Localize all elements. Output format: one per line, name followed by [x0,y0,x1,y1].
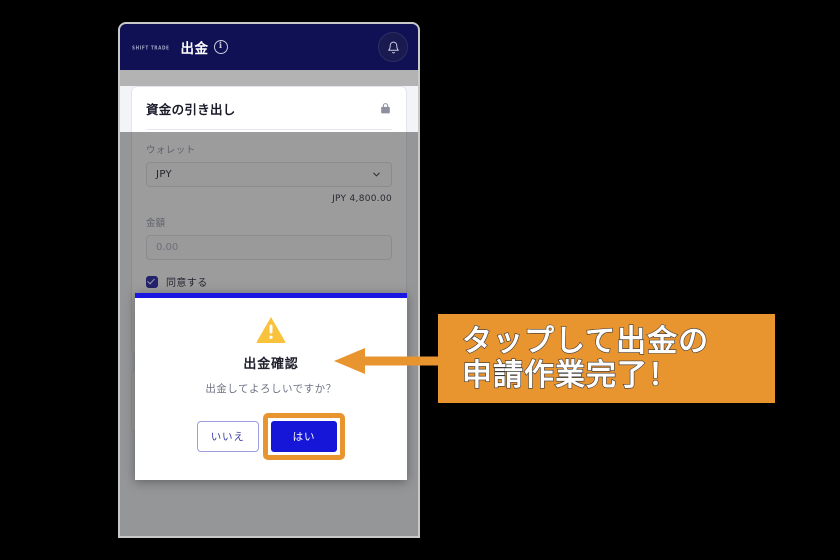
phone-frame: SHIFT TRADE 出金 i 資金の引き出し ウォレット JPY JPY 4… [118,22,420,538]
modal-message: 出金してよろしいですか？ [205,383,337,395]
bell-icon [387,41,399,53]
withdraw-card-title: 資金の引き出し [146,102,236,117]
app-header: SHIFT TRADE 出金 i [120,24,418,70]
brand-logo: SHIFT TRADE [132,43,170,51]
warning-triangle-icon [256,316,286,343]
page-body: 資金の引き出し ウォレット JPY JPY 4,800.00 金額 0.00 同… [120,86,418,536]
lock-icon [381,103,390,114]
info-icon[interactable]: i [213,40,228,54]
callout-banner: タップして出金の 申請作業完了！ [438,314,775,403]
withdraw-card-header: 資金の引き出し [146,99,392,130]
arrow-left-icon [334,348,446,374]
modal-actions: いいえ はい [151,413,391,460]
confirm-modal: 出金確認 出金してよろしいですか？ いいえ はい [135,293,407,480]
callout-line-2: 申請作業完了！ [461,357,679,393]
callout-line-1: タップして出金の [461,323,710,359]
modal-confirm-button[interactable]: はい [270,421,338,452]
notification-bell-button[interactable] [378,32,408,62]
confirm-button-highlight: はい [262,413,346,460]
modal-body: 出金確認 出金してよろしいですか？ いいえ はい [135,298,407,480]
page-title: 出金 [180,41,209,57]
modal-cancel-button[interactable]: いいえ [196,421,259,452]
